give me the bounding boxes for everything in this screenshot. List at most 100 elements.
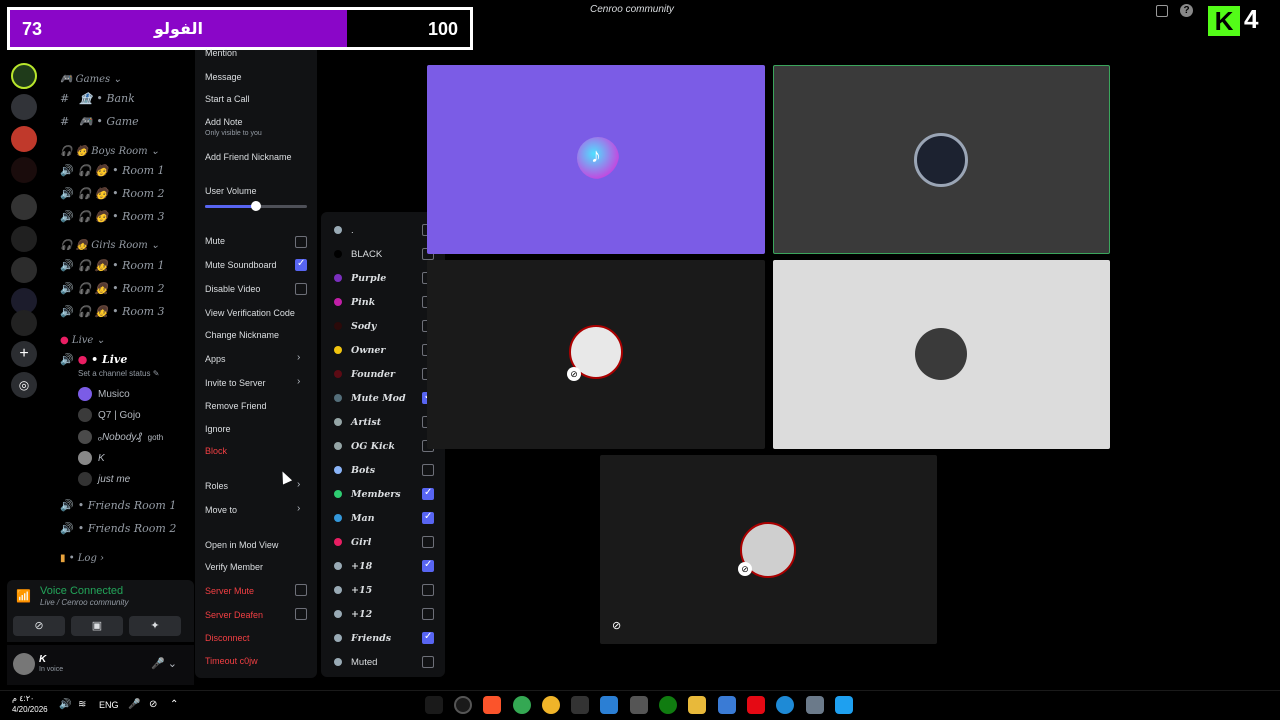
role-item[interactable]: Bots [334,463,434,477]
menu-apps[interactable]: Apps [205,354,226,364]
role-item[interactable]: Owner [334,343,434,357]
taskbar-app-icon[interactable] [542,696,560,714]
video-tile-speaking[interactable] [773,65,1110,254]
volume-slider-handle[interactable] [251,201,261,211]
server-icon[interactable] [11,194,37,220]
role-item[interactable]: OG Kick [334,439,434,453]
menu-mute[interactable]: Mute [205,236,225,246]
role-item[interactable]: +18 [334,559,434,573]
video-tile[interactable]: ⊘ ⊘ [600,455,937,644]
channel-game[interactable]: # 🎮 • Game [60,115,139,128]
role-item[interactable]: Artist [334,415,434,429]
menu-verify-member[interactable]: Verify Member [205,562,263,572]
microphone-icon[interactable]: 🎤 [128,699,140,710]
server-icon[interactable] [11,157,37,183]
voice-member[interactable]: ₒNobody₰ goth [78,430,163,444]
role-checkbox[interactable] [422,584,434,596]
role-item[interactable]: +15 [334,583,434,597]
voice-member[interactable]: Musico [78,387,130,401]
category-boys-room[interactable]: 🎧 🧑 Boys Room ⌄ [60,146,159,157]
role-item[interactable]: Pink [334,295,434,309]
user-volume-slider[interactable] [205,201,307,211]
role-item[interactable]: Girl [334,535,434,549]
disable-video-checkbox[interactable] [295,283,307,295]
voice-member[interactable]: just me [78,472,130,486]
taskbar-app-icon[interactable] [571,696,589,714]
server-icon-active[interactable] [11,94,37,120]
channel-boys-room-3[interactable]: 🔊 🎧 🧑 • Room 3 [60,210,165,223]
microphone-icon[interactable]: 🎤 ⌄ [151,657,177,670]
server-icon[interactable] [11,226,37,252]
role-checkbox[interactable] [422,536,434,548]
role-item[interactable]: Purple [334,271,434,285]
netflix-icon[interactable] [747,696,765,714]
role-checkbox[interactable] [422,464,434,476]
category-log[interactable]: ▮ • Log › [60,553,104,564]
settings-icon[interactable] [806,696,824,714]
discover-icon[interactable]: ◎ [11,372,37,398]
role-item[interactable]: +12 [334,607,434,621]
video-tile[interactable]: ♪ [427,65,765,254]
help-icon[interactable]: ? [1180,4,1193,17]
channel-bank[interactable]: # 🏦 • Bank [60,92,135,105]
menu-view-verification-code[interactable]: View Verification Code [205,308,295,318]
menu-roles[interactable]: Roles [205,481,228,491]
server-deafen-checkbox[interactable] [295,608,307,620]
brave-browser-icon[interactable] [483,696,501,714]
inbox-icon[interactable] [1156,5,1168,17]
menu-add-friend-nickname[interactable]: Add Friend Nickname [205,152,292,162]
menu-timeout[interactable]: Timeout c0jw [205,656,258,666]
role-item[interactable]: Man [334,511,434,525]
channel-girls-room-3[interactable]: 🔊 🎧 👧 • Room 3 [60,305,165,318]
channel-live[interactable]: 🔊 ● • Live [60,353,127,366]
menu-message[interactable]: Message [205,72,242,82]
menu-server-deafen[interactable]: Server Deafen [205,610,263,620]
server-icon[interactable] [11,63,37,89]
menu-disconnect[interactable]: Disconnect [205,633,250,643]
file-explorer-icon[interactable] [688,696,706,714]
screen-share-button[interactable]: ▣ [71,616,123,636]
channel-friends-room-2[interactable]: 🔊 • Friends Room 2 [60,522,176,535]
video-tile[interactable]: ⊘ [427,260,765,449]
role-checkbox[interactable] [422,631,434,644]
video-tile[interactable] [773,260,1110,449]
store-icon[interactable] [718,696,736,714]
mute-checkbox[interactable] [295,236,307,248]
menu-remove-friend[interactable]: Remove Friend [205,401,267,411]
channel-status[interactable]: Set a channel status ✎ [78,369,159,378]
taskbar-app-icon[interactable] [425,696,443,714]
role-item[interactable]: . [334,223,434,237]
activities-button[interactable]: ✦ [129,616,181,636]
language-indicator[interactable]: ENG [99,700,119,710]
role-checkbox[interactable] [422,487,434,500]
server-icon[interactable] [11,310,37,336]
voice-member[interactable]: K [78,451,105,465]
edge-icon[interactable] [776,696,794,714]
voice-member[interactable]: Q7 | Gojo [78,408,141,422]
role-checkbox[interactable] [422,559,434,572]
server-mute-checkbox[interactable] [295,584,307,596]
menu-start-call[interactable]: Start a Call [205,94,250,104]
taskbar-app-icon[interactable] [454,696,472,714]
menu-mention[interactable]: Mention [205,48,237,58]
menu-open-mod-view[interactable]: Open in Mod View [205,540,278,550]
role-item[interactable]: Mute Mod [334,391,434,405]
taskbar-app-icon[interactable] [600,696,618,714]
channel-girls-room-1[interactable]: 🔊 🎧 👧 • Room 1 [60,259,165,272]
role-checkbox[interactable] [422,608,434,620]
voice-channel-link[interactable]: Live / Cenroo community [40,598,128,607]
camera-off-button[interactable]: ⊘ [13,616,65,636]
wifi-icon[interactable]: ≋ [78,699,86,710]
menu-server-mute[interactable]: Server Mute [205,586,254,596]
notifications-off-icon[interactable]: ⊘ [149,699,157,710]
chevron-up-icon[interactable]: ⌃ [170,699,178,710]
menu-block[interactable]: Block [205,446,227,456]
role-item[interactable]: Members [334,487,434,501]
add-server-icon[interactable]: + [11,341,37,367]
volume-icon[interactable]: 🔊 [59,699,71,710]
menu-mute-soundboard[interactable]: Mute Soundboard [205,260,277,270]
category-girls-room[interactable]: 🎧 👧 Girls Room ⌄ [60,240,159,251]
menu-ignore[interactable]: Ignore [205,424,231,434]
menu-invite-to-server[interactable]: Invite to Server [205,378,266,388]
role-checkbox[interactable] [422,511,434,524]
